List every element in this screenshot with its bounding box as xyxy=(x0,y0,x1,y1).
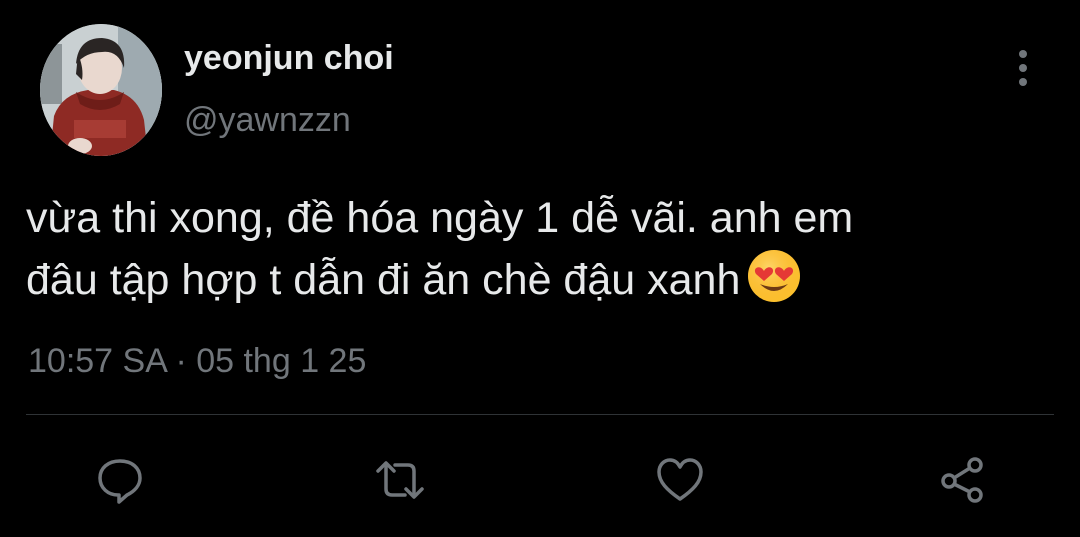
tweet-text-line-1: vừa thi xong, đề hóa ngày 1 dễ vãi. anh … xyxy=(26,194,854,242)
tweet: yeonjun choi @yawnzzn vừa thi xong, đề h… xyxy=(0,0,1080,537)
tweet-text-line-2: đâu tập hợp t dẫn đi ăn chè đậu xanh xyxy=(26,256,741,304)
more-options-button[interactable] xyxy=(1006,48,1040,88)
reply-icon xyxy=(98,459,142,504)
like-button[interactable] xyxy=(652,452,708,508)
more-vertical-icon xyxy=(1019,50,1027,86)
tweet-timestamp[interactable]: 10:57 SA · 05 thg 1 25 xyxy=(28,340,366,382)
share-icon xyxy=(941,457,983,503)
avatar[interactable] xyxy=(40,24,162,156)
user-handle[interactable]: @yawnzzn xyxy=(184,100,351,140)
divider xyxy=(26,414,1054,415)
share-button[interactable] xyxy=(934,452,990,508)
heart-eyes-emoji-icon xyxy=(746,248,802,320)
retweet-icon xyxy=(376,461,424,499)
retweet-button[interactable] xyxy=(372,452,428,508)
tweet-text: vừa thi xong, đề hóa ngày 1 dễ vãi. anh … xyxy=(26,188,1046,320)
heart-icon xyxy=(657,458,703,501)
display-name[interactable]: yeonjun choi xyxy=(184,38,394,78)
profile-photo-icon xyxy=(40,24,162,156)
reply-button[interactable] xyxy=(92,452,148,508)
